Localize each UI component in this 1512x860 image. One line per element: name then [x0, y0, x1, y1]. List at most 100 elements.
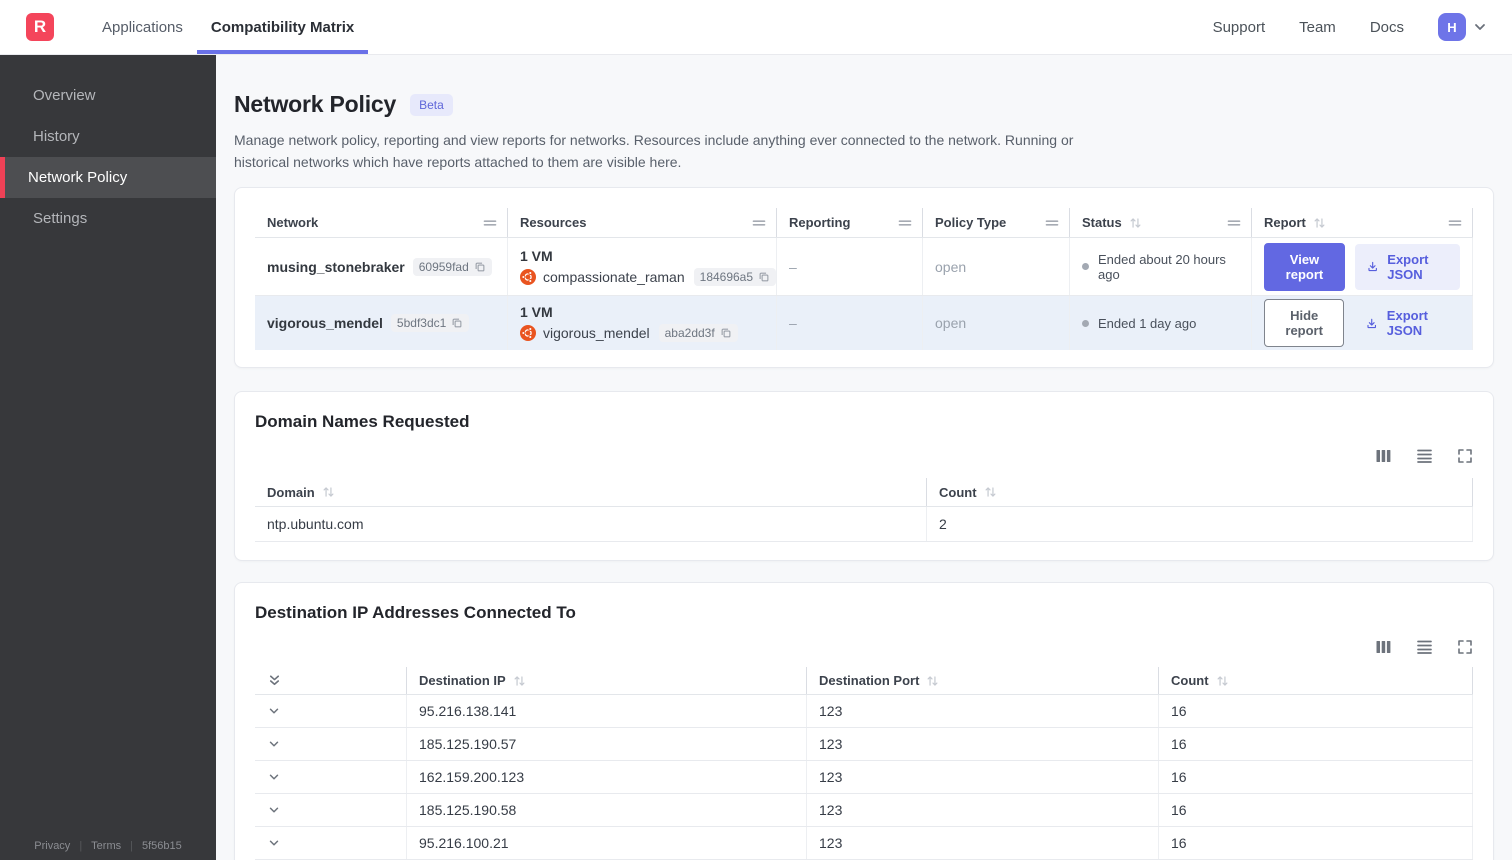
resource-id-badge[interactable]: 184696a5 [693, 267, 777, 286]
sidebar-item-network-policy[interactable]: Network Policy [0, 157, 216, 198]
sort-icon[interactable] [1216, 675, 1229, 687]
column-header-destination-port[interactable]: Destination Port [807, 667, 1159, 695]
page-title: Network Policy [234, 91, 397, 117]
privacy-link[interactable]: Privacy [34, 840, 70, 852]
build-version: 5f56b15 [141, 840, 182, 852]
columns-icon[interactable] [1375, 639, 1392, 655]
app-logo[interactable]: R [26, 13, 54, 41]
sort-icon[interactable] [322, 486, 335, 498]
column-header-network[interactable]: Network [255, 208, 508, 238]
copy-icon[interactable] [720, 327, 732, 339]
column-resize-icon[interactable] [1448, 219, 1462, 227]
network-id-badge[interactable]: 5bdf3dc1 [390, 314, 470, 333]
sort-icon[interactable] [984, 486, 997, 498]
copy-icon[interactable] [451, 317, 463, 329]
column-header-domain[interactable]: Domain [255, 478, 927, 507]
chevron-down-icon[interactable] [1472, 19, 1488, 35]
network-table-row[interactable]: musing_stonebraker 60959fad 1 VM compass… [255, 238, 1473, 297]
nav-link-team[interactable]: Team [1299, 19, 1336, 36]
double-chevron-down-icon[interactable] [267, 673, 282, 688]
column-header-policy-type[interactable]: Policy Type [923, 208, 1070, 238]
export-json-button[interactable]: Export JSON [1354, 243, 1460, 290]
count-cell: 16 [1159, 695, 1473, 728]
destination-port-cell: 123 [807, 695, 1159, 728]
vm-entry: vigorous_mendel aba2dd3f [520, 324, 738, 343]
column-resize-icon[interactable] [1045, 219, 1059, 227]
sort-icon[interactable] [1313, 217, 1326, 229]
destination-section-title: Destination IP Addresses Connected To [255, 603, 576, 623]
report-button[interactable]: Hide report [1264, 299, 1345, 348]
copy-icon[interactable] [474, 261, 486, 273]
column-header-count[interactable]: Count [1159, 667, 1473, 695]
chevron-down-icon[interactable] [267, 737, 281, 751]
chevron-down-icon[interactable] [267, 704, 281, 718]
report-cell: Hide report Export JSON [1252, 296, 1473, 351]
destination-ip-cell: 95.216.100.21 [407, 827, 807, 860]
avatar[interactable]: H [1438, 13, 1466, 41]
column-header-report[interactable]: Report [1252, 208, 1473, 238]
tab-applications[interactable]: Applications [88, 0, 197, 54]
column-header-destination-ip[interactable]: Destination IP [407, 667, 807, 695]
expander-cell [255, 761, 407, 794]
resource-name: vigorous_mendel [543, 325, 650, 342]
destination-port-cell: 123 [807, 794, 1159, 827]
expand-icon[interactable] [1457, 639, 1473, 655]
destination-table-row[interactable]: 95.216.138.141 123 16 [255, 695, 1473, 729]
status-dot [1082, 263, 1089, 271]
expand-icon[interactable] [1457, 448, 1473, 464]
network-cell: vigorous_mendel 5bdf3dc1 [255, 296, 508, 351]
destination-table-header: Destination IP Destination Port Count [255, 667, 1473, 696]
top-nav-tabs: Applications Compatibility Matrix [88, 0, 369, 54]
count-cell: 16 [1159, 827, 1473, 860]
domain-table-body: ntp.ubuntu.com 2 [255, 507, 1473, 543]
nav-link-docs[interactable]: Docs [1370, 19, 1404, 36]
column-resize-icon[interactable] [898, 219, 912, 227]
column-resize-icon[interactable] [1227, 219, 1241, 227]
policy-type-cell: open [923, 238, 1070, 296]
sort-icon[interactable] [926, 675, 939, 687]
destination-table-row[interactable]: 162.159.200.123 123 16 [255, 761, 1473, 795]
sidebar-item-overview[interactable]: Overview [0, 75, 216, 116]
chevron-down-icon[interactable] [267, 836, 281, 850]
resource-id-badge[interactable]: aba2dd3f [658, 324, 738, 343]
network-id-badge[interactable]: 60959fad [412, 257, 492, 276]
sidebar-nav: Overview History Network Policy Settings [0, 75, 216, 239]
domain-table-row[interactable]: ntp.ubuntu.com 2 [255, 507, 1473, 543]
expander-cell [255, 695, 407, 728]
sidebar-item-history[interactable]: History [0, 116, 216, 157]
sort-icon[interactable] [513, 675, 526, 687]
nav-link-support[interactable]: Support [1213, 19, 1266, 36]
report-button[interactable]: View report [1264, 242, 1345, 291]
chevron-down-icon[interactable] [267, 803, 281, 817]
rows-icon[interactable] [1416, 639, 1433, 655]
destination-table-row[interactable]: 95.216.100.21 123 16 [255, 827, 1473, 860]
column-header-reporting[interactable]: Reporting [777, 208, 923, 238]
resources-cell: 1 VM vigorous_mendel aba2dd3f [508, 296, 777, 351]
destination-table-row[interactable]: 185.125.190.57 123 16 [255, 728, 1473, 762]
export-json-button[interactable]: Export JSON [1354, 300, 1460, 346]
column-header-resources[interactable]: Resources [508, 208, 777, 238]
destination-port-cell: 123 [807, 827, 1159, 860]
resources-cell: 1 VM compassionate_raman 184696a5 [508, 238, 777, 296]
account-menu[interactable]: H [1438, 13, 1488, 41]
network-table-row[interactable]: vigorous_mendel 5bdf3dc1 1 VM vigorous_m… [255, 296, 1473, 351]
chevron-down-icon[interactable] [267, 770, 281, 784]
destination-table-row[interactable]: 185.125.190.58 123 16 [255, 794, 1473, 828]
copy-icon[interactable] [758, 271, 770, 283]
sidebar-item-settings[interactable]: Settings [0, 198, 216, 239]
destination-table-body: 95.216.138.141 123 16 185.125.190.57 123… [255, 695, 1473, 860]
vm-count: 1 VM [520, 304, 553, 321]
column-header-status[interactable]: Status [1070, 208, 1252, 238]
rows-icon[interactable] [1416, 448, 1433, 464]
columns-icon[interactable] [1375, 448, 1392, 464]
network-table-header: Network Resources Reporting Policy Type … [255, 208, 1473, 239]
sort-icon[interactable] [1129, 217, 1142, 229]
column-header-count[interactable]: Count [927, 478, 1473, 507]
destination-table-toolbar [255, 639, 1473, 655]
domain-section-title: Domain Names Requested [255, 412, 470, 432]
domain-table-toolbar [255, 448, 1473, 464]
column-resize-icon[interactable] [483, 219, 497, 227]
terms-link[interactable]: Terms [91, 840, 121, 852]
column-resize-icon[interactable] [752, 219, 766, 227]
tab-compatibility-matrix[interactable]: Compatibility Matrix [196, 0, 369, 54]
